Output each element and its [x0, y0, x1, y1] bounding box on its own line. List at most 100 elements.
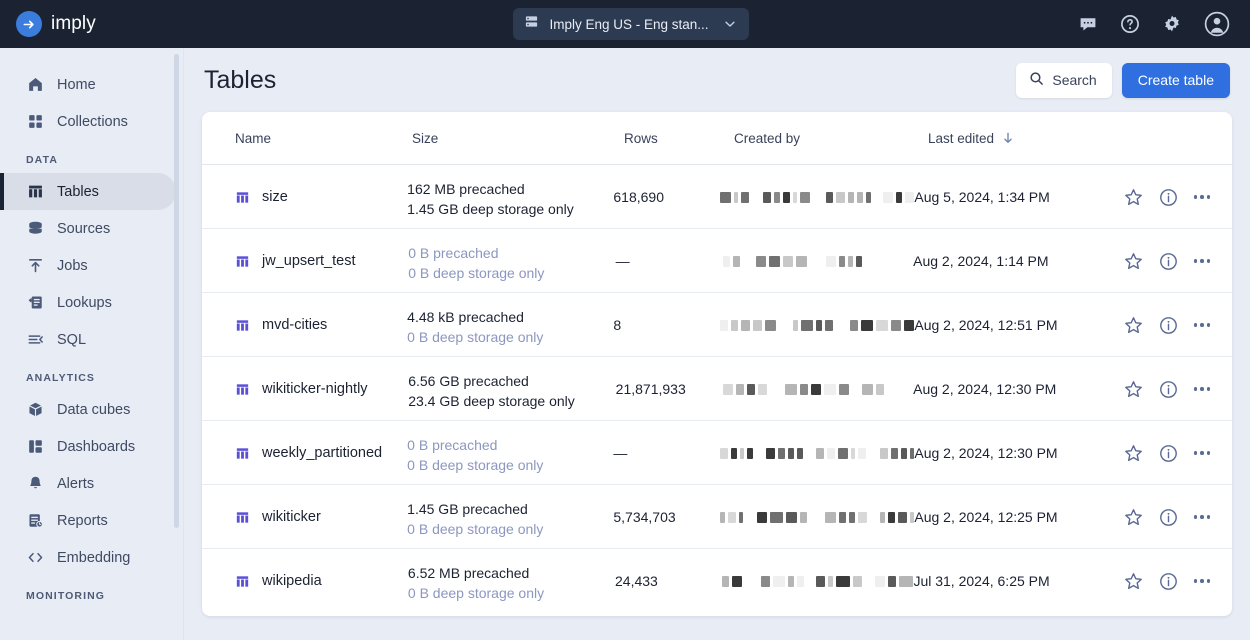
info-icon[interactable]: [1159, 316, 1178, 335]
sidebar-item-alerts[interactable]: Alerts: [0, 465, 176, 502]
table-size-cell: 0 B precached 0 B deep storage only: [408, 229, 615, 293]
column-header-size[interactable]: Size: [412, 131, 624, 146]
column-header-name[interactable]: Name: [218, 131, 412, 146]
column-header-created-by[interactable]: Created by: [734, 131, 928, 146]
table-last-edited-cell: Aug 2, 2024, 1:14 PM: [913, 229, 1123, 293]
more-options-icon[interactable]: [1193, 195, 1210, 199]
sidebar-scrollbar[interactable]: [174, 54, 179, 528]
table-rows-cell: 21,871,933: [616, 357, 724, 421]
redacted-block: [875, 575, 886, 587]
table-name: wikiticker-nightly: [262, 381, 368, 397]
table-name-cell[interactable]: wikipedia: [218, 549, 408, 613]
redacted-block: [733, 255, 741, 267]
redacted-block: [849, 511, 856, 523]
redacted-block: [769, 255, 781, 267]
more-options-icon[interactable]: [1193, 387, 1210, 391]
redacted-block: [720, 511, 725, 523]
redacted-block: [861, 319, 874, 331]
redacted-block: [876, 319, 889, 331]
table-name-cell[interactable]: mvd-cities: [218, 293, 407, 357]
favorite-star-icon[interactable]: [1124, 380, 1143, 399]
sidebar-item-tables[interactable]: Tables: [0, 173, 176, 210]
info-icon[interactable]: [1159, 252, 1178, 271]
redacted-block: [838, 511, 846, 523]
sidebar-item-lookups[interactable]: Lookups: [0, 284, 176, 321]
sidebar-item-reports[interactable]: Reports: [0, 502, 176, 539]
cluster-selector[interactable]: Imply Eng US - Eng stan...: [513, 8, 749, 40]
favorite-star-icon[interactable]: [1124, 316, 1143, 335]
table-name-cell[interactable]: size: [218, 165, 407, 229]
favorite-star-icon[interactable]: [1124, 188, 1143, 207]
rows-value: —: [615, 253, 630, 269]
redacted-block: [720, 447, 729, 459]
sidebar-item-label: Alerts: [57, 475, 95, 492]
table-name-cell[interactable]: wikiticker: [218, 485, 407, 549]
sidebar-item-home[interactable]: Home: [0, 66, 176, 103]
rows-value: 5,734,703: [613, 509, 676, 525]
sidebar-item-label: Tables: [57, 183, 99, 200]
table-icon: [235, 318, 250, 333]
upload-icon: [26, 257, 44, 275]
info-icon[interactable]: [1159, 380, 1178, 399]
brand[interactable]: imply: [0, 11, 184, 37]
favorite-star-icon[interactable]: [1124, 444, 1143, 463]
table-name-cell[interactable]: jw_upsert_test: [218, 229, 408, 293]
chat-icon[interactable]: [1078, 14, 1098, 34]
redacted-block: [756, 255, 767, 267]
sidebar-section-analytics: ANALYTICS: [26, 372, 96, 384]
sidebar-item-collections[interactable]: Collections: [0, 103, 176, 140]
favorite-star-icon[interactable]: [1124, 572, 1143, 591]
create-table-button[interactable]: Create table: [1121, 62, 1230, 98]
size-precached: 1.45 GB precached: [407, 501, 528, 517]
search-button[interactable]: Search: [1016, 62, 1112, 98]
sidebar-item-data-cubes[interactable]: Data cubes: [0, 391, 176, 428]
more-options-icon[interactable]: [1193, 323, 1210, 327]
column-header-last-edited[interactable]: Last edited: [928, 131, 1143, 146]
table-last-edited-cell: Aug 2, 2024, 12:30 PM: [914, 421, 1123, 485]
more-options-icon[interactable]: [1193, 515, 1210, 519]
sidebar-item-dashboards[interactable]: Dashboards: [0, 428, 176, 465]
table-size-cell: 1.45 GB precached 0 B deep storage only: [407, 485, 613, 549]
table-name-cell[interactable]: weekly_partitioned: [218, 421, 407, 485]
help-icon[interactable]: [1120, 14, 1140, 34]
table-name-cell[interactable]: wikiticker-nightly: [218, 357, 408, 421]
sidebar-item-sql[interactable]: SQL: [0, 321, 176, 358]
more-options-icon[interactable]: [1193, 259, 1210, 263]
table-row[interactable]: wikiticker-nightly 6.56 GB precached 23.4 …: [202, 357, 1232, 421]
redacted-block: [888, 575, 897, 587]
create-table-label: Create table: [1137, 72, 1214, 88]
gear-icon[interactable]: [1162, 14, 1182, 34]
redacted-block: [888, 511, 896, 523]
table-row[interactable]: wikipedia 6.52 MB precached 0 B deep stora…: [202, 549, 1232, 613]
size-precached: 0 B precached: [408, 245, 499, 261]
more-options-icon[interactable]: [1193, 451, 1210, 455]
table-row[interactable]: weekly_partitioned 0 B precached 0 B deep …: [202, 421, 1232, 485]
info-icon[interactable]: [1159, 444, 1178, 463]
table-created-by-cell: [720, 165, 915, 229]
info-icon[interactable]: [1159, 508, 1178, 527]
table-created-by-cell: [722, 549, 914, 613]
sidebar-item-jobs[interactable]: Jobs: [0, 247, 176, 284]
redacted-block: [850, 447, 855, 459]
table-row[interactable]: jw_upsert_test 0 B precached 0 B deep stor…: [202, 229, 1232, 293]
favorite-star-icon[interactable]: [1124, 508, 1143, 527]
favorite-star-icon[interactable]: [1124, 252, 1143, 271]
table-name: wikiticker: [262, 509, 321, 525]
table-row[interactable]: wikiticker 1.45 GB precached 0 B deep stor…: [202, 485, 1232, 549]
table-last-edited-cell: Aug 2, 2024, 12:25 PM: [914, 485, 1123, 549]
account-icon[interactable]: [1204, 11, 1230, 37]
more-options-icon[interactable]: [1193, 579, 1210, 583]
redacted-block: [866, 191, 871, 203]
sidebar-item-sources[interactable]: Sources: [0, 210, 176, 247]
table-rows-cell: —: [616, 229, 724, 293]
sidebar-section-data: DATA: [26, 154, 59, 166]
table-row[interactable]: mvd-cities 4.48 kB precached 0 B deep stor…: [202, 293, 1232, 357]
column-header-rows[interactable]: Rows: [624, 131, 734, 146]
sidebar-item-embedding[interactable]: Embedding: [0, 539, 176, 576]
info-icon[interactable]: [1159, 572, 1178, 591]
info-icon[interactable]: [1159, 188, 1178, 207]
size-deep-storage: 0 B deep storage only: [407, 457, 544, 473]
redacted-block: [847, 191, 855, 203]
table-row[interactable]: size 162 MB precached 1.45 GB deep storage…: [202, 165, 1232, 229]
redacted-block: [816, 575, 826, 587]
